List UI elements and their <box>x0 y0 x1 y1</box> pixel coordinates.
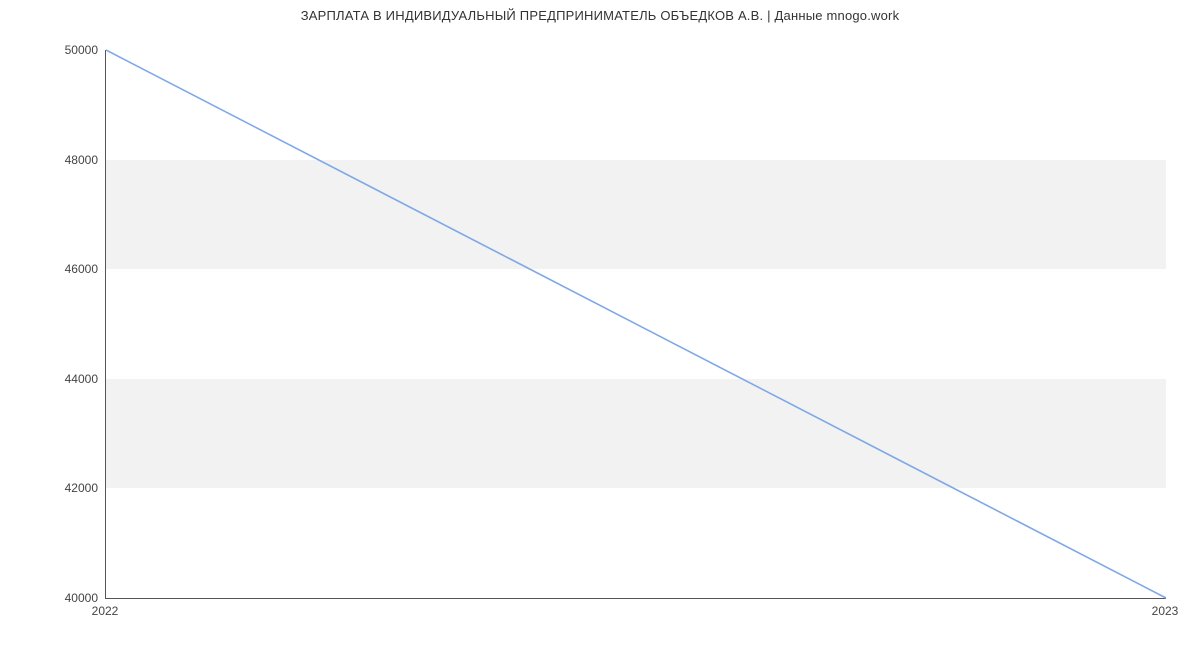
y-tick-label: 42000 <box>38 481 98 495</box>
plot-area <box>105 50 1166 599</box>
chart-title: ЗАРПЛАТА В ИНДИВИДУАЛЬНЫЙ ПРЕДПРИНИМАТЕЛ… <box>0 8 1200 23</box>
y-tick-label: 40000 <box>38 591 98 605</box>
x-tick-label: 2023 <box>1152 604 1179 618</box>
x-tick-label: 2022 <box>92 604 119 618</box>
line-series <box>106 50 1166 598</box>
y-tick-label: 46000 <box>38 262 98 276</box>
chart-container: ЗАРПЛАТА В ИНДИВИДУАЛЬНЫЙ ПРЕДПРИНИМАТЕЛ… <box>0 0 1200 650</box>
y-tick-label: 48000 <box>38 153 98 167</box>
y-tick-label: 50000 <box>38 43 98 57</box>
y-tick-label: 44000 <box>38 372 98 386</box>
